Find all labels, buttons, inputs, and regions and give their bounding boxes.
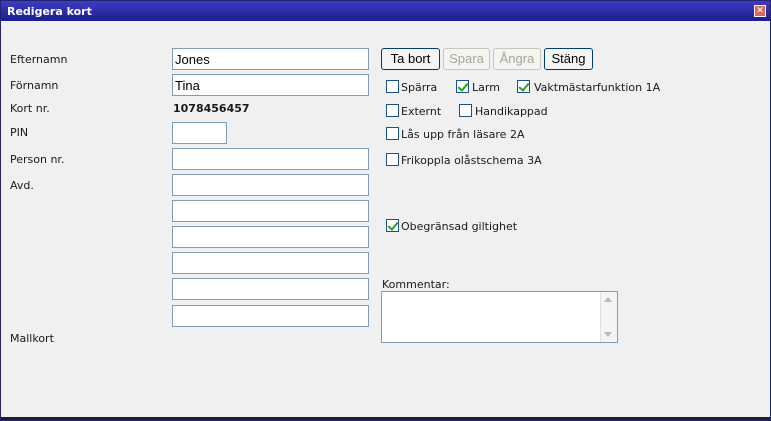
- save-button[interactable]: Spara: [443, 48, 490, 70]
- extra-field-2[interactable]: [172, 226, 369, 248]
- pin-input[interactable]: [172, 122, 227, 144]
- dialog-title: Redigera kort: [7, 5, 92, 18]
- comment-textarea[interactable]: [381, 291, 618, 343]
- label-pin: PIN: [10, 126, 29, 139]
- label-fornamn: Förnamn: [10, 79, 59, 92]
- efternamn-input[interactable]: Jones: [172, 48, 369, 70]
- las-upp-checkbox[interactable]: [386, 127, 399, 140]
- frikoppla-label: Frikoppla olåstschema 3A: [401, 154, 542, 167]
- obegransad-checkbox[interactable]: [386, 219, 399, 232]
- larm-checkbox[interactable]: [456, 80, 469, 93]
- window-bottom-edge: [1, 417, 770, 420]
- edit-card-dialog: Redigera kort ✕ Efternamn Förnamn Kort n…: [0, 0, 771, 421]
- avd-input[interactable]: [172, 174, 369, 196]
- externt-checkbox[interactable]: [386, 104, 399, 117]
- frikoppla-checkbox[interactable]: [386, 153, 399, 166]
- label-mallkort: Mallkort: [10, 332, 54, 345]
- comment-scrollbar[interactable]: [600, 292, 617, 342]
- label-kortnr: Kort nr.: [10, 102, 50, 115]
- extra-field-1[interactable]: [172, 200, 369, 222]
- comment-label: Kommentar:: [382, 278, 450, 291]
- label-efternamn: Efternamn: [10, 53, 68, 66]
- scroll-down-icon[interactable]: [604, 332, 612, 337]
- externt-label: Externt: [401, 105, 442, 118]
- vaktmastar-label: Vaktmästarfunktion 1A: [534, 81, 661, 94]
- extra-field-4[interactable]: [172, 278, 369, 300]
- personnr-input[interactable]: [172, 148, 369, 170]
- scroll-up-icon[interactable]: [604, 297, 612, 302]
- handikappad-label: Handikappad: [475, 105, 548, 118]
- close-button[interactable]: Stäng: [544, 48, 593, 70]
- las-upp-label: Lås upp från läsare 2A: [401, 128, 525, 141]
- fornamn-input[interactable]: Tina: [172, 74, 369, 96]
- obegransad-label: Obegränsad giltighet: [401, 220, 518, 233]
- sparra-label: Spärra: [401, 81, 438, 94]
- card-number-value: 1078456457: [173, 102, 250, 115]
- sparra-checkbox[interactable]: [386, 80, 399, 93]
- label-avd: Avd.: [10, 179, 34, 192]
- delete-button[interactable]: Ta bort: [381, 48, 440, 70]
- undo-button[interactable]: Ångra: [493, 48, 541, 70]
- vaktmastar-checkbox[interactable]: [517, 80, 530, 93]
- label-personnr: Person nr.: [10, 153, 65, 166]
- extra-field-5[interactable]: [172, 305, 369, 327]
- extra-field-3[interactable]: [172, 252, 369, 274]
- close-icon[interactable]: ✕: [754, 5, 766, 17]
- handikappad-checkbox[interactable]: [459, 104, 472, 117]
- larm-label: Larm: [472, 81, 500, 94]
- title-bar[interactable]: Redigera kort ✕: [1, 1, 770, 21]
